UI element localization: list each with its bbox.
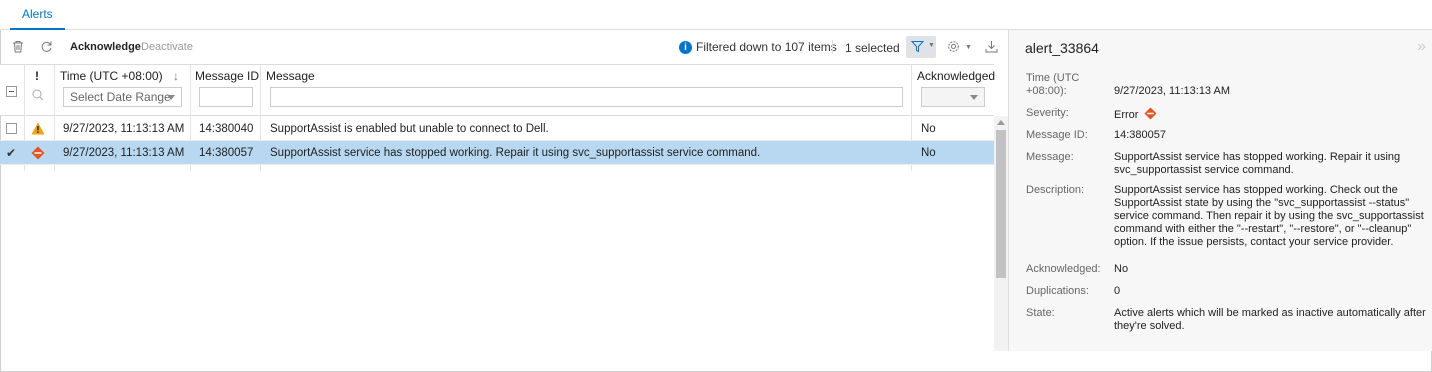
column-divider xyxy=(260,65,261,117)
toolbar-divider xyxy=(832,40,833,54)
deactivate-button[interactable]: Deactivate xyxy=(141,41,193,53)
message-id-cell: 14:380040 xyxy=(199,123,254,135)
detail-label: Time (UTC +08:00): xyxy=(1026,72,1080,97)
detail-value: 0 xyxy=(1114,285,1121,297)
chevron-down-icon[interactable]: ▼ xyxy=(965,44,972,51)
severity-value: Error xyxy=(1114,109,1139,121)
acknowledged-filter-select[interactable] xyxy=(921,87,985,107)
detail-value: Active alerts which will be marked as in… xyxy=(1114,307,1426,332)
acknowledge-button[interactable]: Acknowledge xyxy=(70,41,141,53)
scrollbar-thumb[interactable] xyxy=(996,130,1006,278)
chevron-down-icon xyxy=(970,95,978,100)
error-icon xyxy=(1143,107,1157,120)
trash-icon[interactable] xyxy=(11,40,25,54)
detail-value: 9/27/2023, 11:13:13 AM xyxy=(1114,85,1230,97)
error-icon xyxy=(31,146,45,163)
detail-title: alert_33864 xyxy=(1025,40,1099,56)
tab-alerts[interactable]: Alerts xyxy=(10,0,65,30)
tab-bar: Alerts xyxy=(0,0,1432,30)
warning-icon xyxy=(31,122,45,138)
detail-value: 14:380057 xyxy=(1114,129,1166,141)
detail-value: SupportAssist service has stopped workin… xyxy=(1114,151,1401,176)
collapse-icon[interactable]: » xyxy=(1417,38,1426,56)
selected-count: 1 selected xyxy=(845,41,900,55)
grid-header: ! Time (UTC +08:00) ↓ Select Date Range … xyxy=(0,64,995,117)
column-divider xyxy=(24,65,25,117)
scroll-up-icon[interactable] xyxy=(997,120,1005,125)
filter-icon xyxy=(911,41,924,53)
table-row[interactable]: ✔ 9/27/2023, 11:13:13 AM 14:380057 Suppo… xyxy=(0,141,994,165)
row-checkbox-checked[interactable]: ✔ xyxy=(6,146,16,160)
date-range-value: Select Date Range xyxy=(70,90,171,104)
date-range-select[interactable]: Select Date Range xyxy=(63,87,182,107)
column-divider xyxy=(911,65,912,117)
detail-label: Description: xyxy=(1026,184,1085,196)
time-cell: 9/27/2023, 11:13:13 AM xyxy=(63,147,185,159)
message-filter-input[interactable] xyxy=(270,87,903,107)
alerts-grid: ! Time (UTC +08:00) ↓ Select Date Range … xyxy=(0,64,1008,351)
detail-value: No xyxy=(1114,263,1129,275)
acknowledged-column-header[interactable]: Acknowledged xyxy=(917,69,995,83)
detail-label: Message: xyxy=(1026,151,1074,163)
sort-down-icon[interactable]: ↓ xyxy=(173,69,179,83)
message-cell: SupportAssist is enabled but unable to c… xyxy=(270,123,549,135)
refresh-icon[interactable] xyxy=(39,40,53,54)
info-icon: i xyxy=(679,40,692,54)
time-column-header[interactable]: Time (UTC +08:00) xyxy=(60,69,163,83)
acknowledged-cell: No xyxy=(921,123,936,135)
message-column-header[interactable]: Message xyxy=(266,69,315,83)
message-id-filter-input[interactable] xyxy=(199,87,253,107)
severity-column-header[interactable]: ! xyxy=(35,69,39,83)
download-icon[interactable] xyxy=(984,40,998,54)
filter-info-text: Filtered down to 107 items xyxy=(696,40,837,54)
message-cell: SupportAssist service has stopped workin… xyxy=(270,147,761,159)
column-divider xyxy=(190,65,191,117)
chevron-down-icon: ▼ xyxy=(928,42,935,49)
detail-label: Message ID: xyxy=(1026,129,1088,141)
detail-label: State: xyxy=(1026,307,1055,319)
detail-label: Severity: xyxy=(1026,107,1069,119)
filter-button[interactable]: ▼ xyxy=(906,36,936,58)
message-id-cell: 14:380057 xyxy=(199,147,254,159)
gear-icon[interactable] xyxy=(946,40,960,54)
chevron-down-icon xyxy=(167,95,175,100)
detail-value: SupportAssist service has stopped workin… xyxy=(1114,184,1424,248)
search-filter-icon[interactable] xyxy=(30,87,46,106)
table-row[interactable]: 9/27/2023, 11:13:13 AM 14:380040 Support… xyxy=(0,117,994,141)
detail-label: Acknowledged: xyxy=(1026,263,1101,275)
filter-info: i Filtered down to 107 items xyxy=(679,40,837,54)
grid-toolbar: Acknowledge Deactivate i Filtered down t… xyxy=(0,30,1008,64)
message-id-column-header[interactable]: Message ID xyxy=(195,69,259,83)
grid-scrollbar[interactable] xyxy=(994,116,1008,351)
row-checkbox[interactable] xyxy=(6,123,17,134)
detail-label: Duplications: xyxy=(1026,285,1089,297)
column-divider xyxy=(54,65,55,117)
acknowledged-cell: No xyxy=(921,147,936,159)
detail-value: Error xyxy=(1114,107,1426,122)
select-all-checkbox[interactable] xyxy=(6,86,17,97)
time-cell: 9/27/2023, 11:13:13 AM xyxy=(63,123,185,135)
alert-detail-panel: alert_33864 » Time (UTC +08:00): 9/27/20… xyxy=(1008,30,1432,351)
